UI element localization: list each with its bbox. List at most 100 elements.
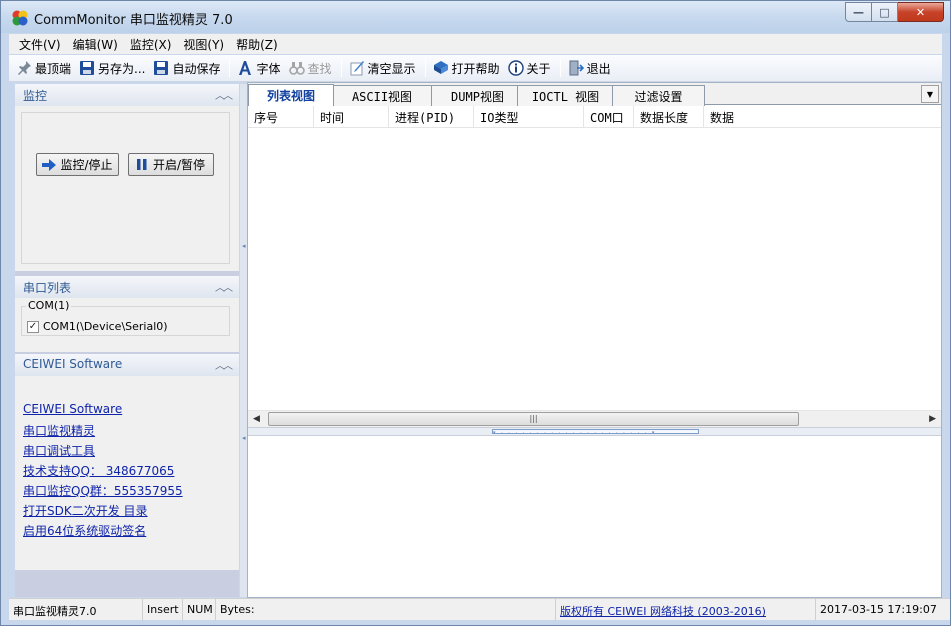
view-tab-strip: DUMP视图 IOCTL 视图 过滤设置 ASCII视图 列表视图 ▼ xyxy=(248,83,941,106)
toolbar-separator xyxy=(229,59,231,77)
find-button[interactable]: 查找 xyxy=(286,57,335,79)
menu-edit[interactable]: 编辑(W) xyxy=(67,36,124,53)
open-help-button[interactable]: 打开帮助 xyxy=(430,57,503,79)
start-pause-button[interactable]: 开启/暂停 xyxy=(128,153,214,176)
auto-save-icon xyxy=(154,61,169,75)
link-serial-monitor[interactable]: 串口监视精灵 xyxy=(23,422,95,439)
column-header-index[interactable]: 序号 xyxy=(248,106,314,128)
tab-dump-view[interactable]: DUMP视图 xyxy=(429,85,526,106)
vertical-splitter[interactable]: ◂ ◂ xyxy=(240,84,247,597)
tab-list-view[interactable]: 列表视图 xyxy=(248,84,334,106)
tab-filter-settings[interactable]: 过滤设置 xyxy=(612,85,705,106)
status-datetime: 2017-03-15 17:19:07 xyxy=(820,603,937,616)
exit-button[interactable]: 退出 xyxy=(565,57,614,79)
menu-monitor[interactable]: 监控(X) xyxy=(124,36,178,53)
toolbar-separator xyxy=(559,59,561,77)
maximize-button[interactable]: □ xyxy=(872,2,898,22)
status-copyright[interactable]: 版权所有 CEIWEI 网络科技 (2003-2016) xyxy=(556,599,816,621)
monitor-section-header[interactable]: 监控 ︿︿ xyxy=(15,84,239,106)
pin-icon xyxy=(18,61,31,75)
vendor-section-title: CEIWEI Software xyxy=(23,357,123,371)
save-as-label: 另存为... xyxy=(98,61,146,76)
tab-ascii-view[interactable]: ASCII视图 xyxy=(332,85,432,106)
help-book-icon xyxy=(433,61,448,74)
font-icon xyxy=(239,61,252,75)
exit-door-icon xyxy=(569,60,584,76)
tab-ioctl-view[interactable]: IOCTL 视图 xyxy=(517,85,614,106)
column-header-com-port[interactable]: COM口 xyxy=(584,106,634,128)
binoculars-icon xyxy=(288,62,305,75)
scroll-left-icon[interactable]: ◀ xyxy=(253,414,260,424)
clear-display-label: 清空显示 xyxy=(367,61,416,76)
clear-display-button[interactable]: 清空显示 xyxy=(346,57,419,79)
copyright-link[interactable]: 版权所有 CEIWEI 网络科技 (2003-2016) xyxy=(560,605,766,618)
tab-label: IOCTL 视图 xyxy=(531,89,600,104)
scrollbar-thumb[interactable]: ||| xyxy=(268,412,799,426)
topmost-button[interactable]: 最顶端 xyxy=(13,57,74,79)
collapse-chevron-icon[interactable]: ︿︿ xyxy=(215,357,233,372)
menu-view[interactable]: 视图(Y) xyxy=(177,36,230,53)
column-header-process[interactable]: 进程(PID) xyxy=(389,106,474,128)
menu-help[interactable]: 帮助(Z) xyxy=(230,36,284,53)
about-button[interactable]: 关于 xyxy=(505,57,554,79)
link-support-qq[interactable]: 技术支持QQ： 348677065 xyxy=(23,462,174,479)
close-button[interactable]: ✕ xyxy=(898,2,944,22)
com-port-checkbox[interactable]: ✓ xyxy=(27,320,39,333)
status-app-name: 串口监视精灵7.0 xyxy=(9,599,143,621)
horizontal-scrollbar[interactable]: ◀ ||| ▶ xyxy=(248,410,941,427)
port-list-section-title: 串口列表 xyxy=(23,281,72,295)
detail-pane[interactable] xyxy=(248,437,941,597)
com-port-group: COM(1) ✓ COM1(\Device\Serial0) xyxy=(21,299,230,336)
title-bar[interactable]: CommMonitor 串口监视精灵 7.0 — □ ✕ xyxy=(1,1,950,33)
collapse-chevron-icon[interactable]: ︿︿ xyxy=(215,87,233,102)
tab-label: 列表视图 xyxy=(266,89,315,103)
column-header-io-type[interactable]: IO类型 xyxy=(474,106,584,128)
status-num-lock: NUM xyxy=(183,599,216,621)
monitor-controls-box: 监控/停止 开启/暂停 xyxy=(21,112,230,264)
link-driver-signature[interactable]: 启用64位系统驱动签名 xyxy=(23,522,146,539)
tab-label: ASCII视图 xyxy=(351,89,413,104)
collapse-chevron-icon[interactable]: ︿︿ xyxy=(215,279,233,294)
app-window: CommMonitor 串口监视精灵 7.0 — □ ✕ 文件(V) 编辑(W)… xyxy=(0,0,951,626)
pause-icon xyxy=(136,159,147,170)
toolbar-separator xyxy=(424,59,426,77)
com-port-item[interactable]: ✓ COM1(\Device\Serial0) xyxy=(27,320,168,333)
clear-icon xyxy=(350,61,364,76)
vendor-section-body: CEIWEI Software 串口监视精灵 串口调试工具 技术支持QQ： 34… xyxy=(15,376,239,570)
com-group-label: COM(1) xyxy=(26,299,72,312)
splitter-grip[interactable]: ▾ · · · · · · · · · · · · · · · · · · · … xyxy=(492,429,699,434)
minimize-button[interactable]: — xyxy=(845,2,872,22)
grid-header: 序号 时间 进程(PID) IO类型 COM口 数据长度 数据 xyxy=(248,106,941,128)
link-serial-debug-tool[interactable]: 串口调试工具 xyxy=(23,442,95,459)
toolbar: 最顶端 另存为... 自动保存 字体 查找 清空显示 打开帮助 关于 退出 xyxy=(9,55,942,82)
link-qq-group[interactable]: 串口监控QQ群：555357955 xyxy=(23,482,183,499)
horizontal-splitter[interactable]: ▾ · · · · · · · · · · · · · · · · · · · … xyxy=(248,427,941,436)
font-button[interactable]: 字体 xyxy=(234,57,283,79)
column-header-data[interactable]: 数据 xyxy=(704,106,941,128)
save-icon xyxy=(80,61,95,75)
auto-save-label: 自动保存 xyxy=(172,61,221,76)
splitter-arrow-icon: ◂ xyxy=(242,434,246,442)
main-view: DUMP视图 IOCTL 视图 过滤设置 ASCII视图 列表视图 ▼ 序号 时… xyxy=(247,82,942,598)
window-title: CommMonitor 串口监视精灵 7.0 xyxy=(34,13,233,28)
status-bar: 串口监视精灵7.0 Insert NUM Bytes: 版权所有 CEIWEI … xyxy=(9,598,950,621)
open-help-label: 打开帮助 xyxy=(451,61,500,76)
port-list-section-header[interactable]: 串口列表 ︿︿ xyxy=(15,276,239,298)
link-ceiwei-software[interactable]: CEIWEI Software xyxy=(23,402,122,416)
menu-file[interactable]: 文件(V) xyxy=(13,36,67,53)
tab-label: 过滤设置 xyxy=(634,89,683,104)
scroll-right-icon[interactable]: ▶ xyxy=(929,414,936,424)
column-header-time[interactable]: 时间 xyxy=(314,106,389,128)
exit-label: 退出 xyxy=(586,61,611,76)
app-logo-icon xyxy=(12,10,28,26)
start-pause-label: 开启/暂停 xyxy=(152,158,206,172)
auto-save-button[interactable]: 自动保存 xyxy=(150,57,223,79)
save-as-button[interactable]: 另存为... xyxy=(76,57,148,79)
tab-dropdown-button[interactable]: ▼ xyxy=(921,85,939,103)
monitor-stop-button[interactable]: 监控/停止 xyxy=(36,153,119,176)
link-sdk-directory[interactable]: 打开SDK二次开发 目录 xyxy=(23,502,148,519)
tab-label: DUMP视图 xyxy=(451,89,504,104)
vendor-section-header[interactable]: CEIWEI Software ︿︿ xyxy=(15,354,239,376)
grid-body[interactable] xyxy=(248,129,941,410)
column-header-data-length[interactable]: 数据长度 xyxy=(634,106,704,128)
